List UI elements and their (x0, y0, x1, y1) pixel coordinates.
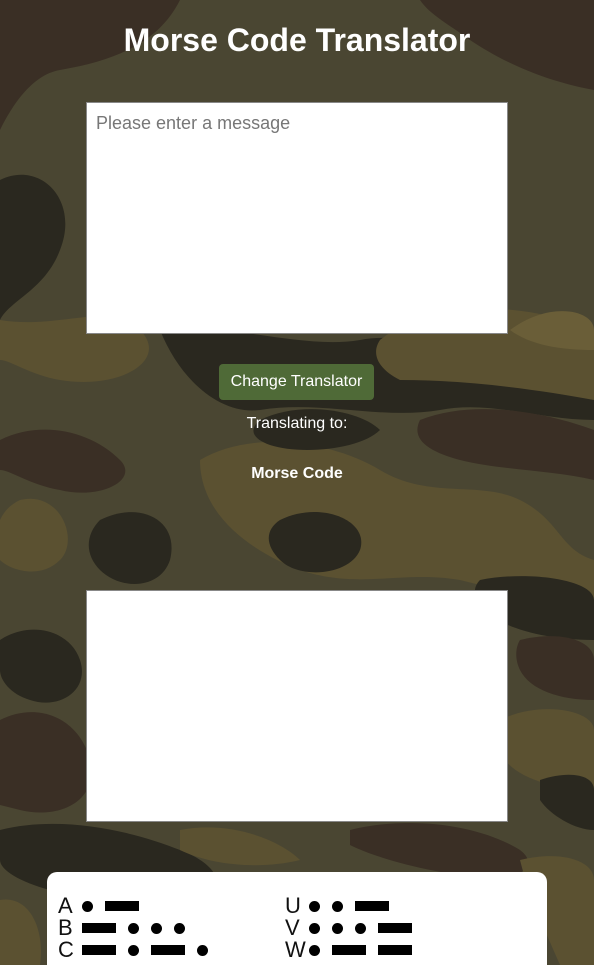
morse-dash (105, 901, 139, 911)
morse-dot (128, 944, 139, 956)
morse-entry: W (285, 937, 412, 962)
morse-dash (332, 945, 366, 955)
page-title: Morse Code Translator (123, 22, 471, 58)
morse-dash (378, 945, 412, 955)
morse-symbols (309, 944, 412, 956)
morse-letter: W (285, 937, 306, 962)
morse-dot (128, 922, 139, 934)
morse-dot (332, 922, 343, 934)
morse-dot (332, 900, 343, 912)
morse-dot (309, 900, 320, 912)
morse-symbols (82, 922, 185, 934)
morse-symbols (82, 900, 139, 912)
morse-entry: V (285, 915, 412, 940)
morse-dot (197, 944, 208, 956)
morse-symbols (82, 944, 208, 956)
morse-reference-chart: A B C U V W (47, 872, 547, 965)
morse-letter: B (58, 915, 73, 940)
morse-entry: A (58, 893, 139, 918)
morse-dot (151, 922, 162, 934)
translation-output[interactable] (86, 590, 508, 822)
morse-dash (378, 923, 412, 933)
translating-to-label: Translating to: (246, 415, 348, 432)
morse-symbols (309, 900, 389, 912)
message-input[interactable] (86, 102, 508, 334)
target-language-label: Morse Code (251, 465, 343, 482)
morse-entry: B (58, 915, 185, 940)
morse-letter: U (285, 893, 301, 918)
morse-letter: A (58, 893, 73, 918)
morse-letter: V (285, 915, 300, 940)
morse-dot (82, 900, 93, 912)
morse-dot (309, 922, 320, 934)
morse-dot (174, 922, 185, 934)
morse-dash (355, 901, 389, 911)
morse-dash (82, 923, 116, 933)
morse-letter: C (58, 937, 74, 962)
morse-entry: C (58, 937, 208, 962)
morse-dot (355, 922, 366, 934)
change-translator-button[interactable]: Change Translator (219, 364, 374, 400)
morse-dot (309, 944, 320, 956)
morse-dash (82, 945, 116, 955)
morse-entry: U (285, 893, 389, 918)
morse-symbols (309, 922, 412, 934)
morse-dash (151, 945, 185, 955)
